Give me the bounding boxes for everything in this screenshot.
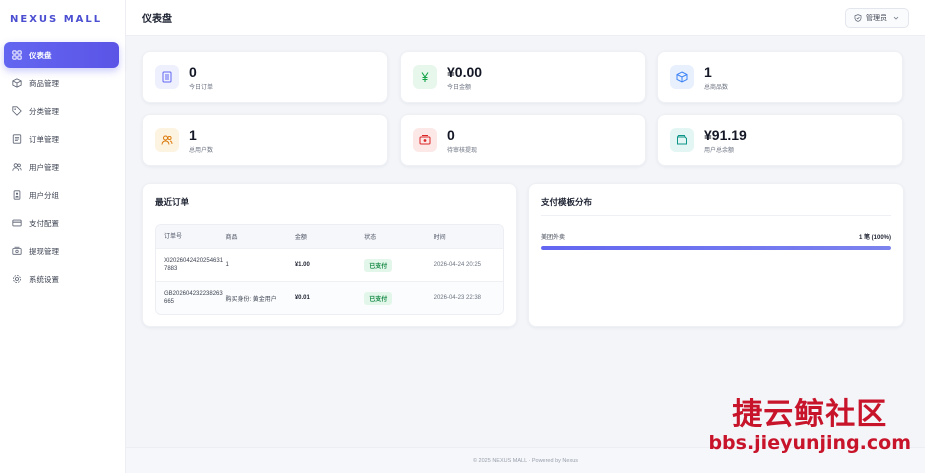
yen-icon (413, 65, 437, 89)
sidebar-item-label: 分类管理 (29, 106, 59, 116)
recent-orders-title: 最近订单 (155, 197, 190, 207)
order-id-line: GB202604232238263 (164, 291, 223, 297)
order-id[interactable]: GB202604232238263 665 (156, 290, 225, 306)
sidebar-item-products[interactable]: 商品管理 (4, 70, 119, 96)
box-icon (12, 78, 22, 88)
stat-value: 1 (189, 126, 197, 143)
order-status: 已支付 (364, 291, 433, 305)
user-menu-button[interactable]: 管理员 (845, 7, 909, 28)
stat-value: ¥0.00 (447, 63, 483, 80)
sidebar-item-user-groups[interactable]: 用户分组 (4, 182, 119, 208)
stat-label: 用户总余额 (704, 147, 735, 154)
column-header: 商品 (225, 235, 238, 241)
chevron-down-icon (893, 16, 899, 20)
sidebar-item-label: 系统设置 (29, 274, 59, 284)
table-row[interactable]: GB202604232238263 665 购买身份: 黄金用户 ¥0.01 已支… (156, 281, 503, 314)
column-header: 状态 (364, 235, 377, 241)
sidebar: NEXUS MALL 仪表盘 商品管理 分类管理 订单管理 用户管理 用户分组 … (0, 0, 126, 473)
top-header: 仪表盘 管理员 (126, 0, 925, 36)
document-icon (155, 65, 179, 89)
user-name: 管理员 (866, 14, 887, 22)
stat-label: 待审核提现 (447, 147, 478, 154)
sidebar-nav: 仪表盘 商品管理 分类管理 订单管理 用户管理 用户分组 支付配置 提现管理 系… (0, 42, 125, 292)
dashboard-icon (12, 50, 22, 60)
sidebar-item-label: 订单管理 (29, 134, 59, 144)
order-time: 2026-04-23 22:38 (433, 295, 481, 301)
stat-card-total-products: 1 总商品数 (657, 51, 903, 103)
cash-icon (12, 246, 22, 256)
divider (541, 215, 891, 216)
sidebar-item-dashboard[interactable]: 仪表盘 (4, 42, 119, 68)
order-id-line: 665 (164, 299, 175, 305)
wallet-icon (670, 128, 694, 152)
stat-card-pending-withdrawals: 0 待审核提现 (400, 114, 646, 166)
watermark-title: 捷云鲸社区 (732, 397, 888, 432)
list-icon (12, 134, 22, 144)
stat-card-today-orders: 0 今日订单 (142, 51, 388, 103)
sidebar-item-users[interactable]: 用户管理 (4, 154, 119, 180)
order-id-line: XI2026042420254631 (164, 258, 224, 264)
brand-logo[interactable]: NEXUS MALL (0, 0, 125, 38)
status-badge: 已支付 (364, 291, 393, 305)
orders-table: 订单号 商品 金额 状态 时间 XI2026042420254631 7883 1… (155, 224, 504, 315)
order-id-line: 7883 (164, 266, 178, 272)
column-header: 订单号 (164, 233, 183, 240)
cash-icon (413, 128, 437, 152)
sidebar-item-payment-config[interactable]: 支付配置 (4, 210, 119, 236)
sidebar-item-label: 支付配置 (29, 218, 59, 228)
page-title: 仪表盘 (142, 14, 172, 25)
stat-value: 0 (447, 126, 455, 143)
column-header: 金额 (294, 235, 307, 241)
order-amount: ¥1.00 (294, 262, 310, 268)
order-product: 购买身份: 黄金用户 (225, 296, 277, 303)
stat-label: 总用户数 (189, 147, 214, 154)
id-card-icon (12, 190, 22, 200)
distribution-item: 美团外卖 1 笔 (100%) (541, 232, 891, 241)
shield-icon (854, 13, 862, 22)
order-status: 已支付 (364, 258, 433, 272)
cube-icon (670, 65, 694, 89)
payment-distribution-title: 支付模板分布 (541, 197, 593, 207)
distribution-value: 1 笔 (100%) (858, 235, 891, 241)
watermark-url: bbs.jieyunjing.com (708, 432, 911, 454)
users-icon (155, 128, 179, 152)
column-header: 时间 (433, 235, 446, 241)
users-icon (12, 162, 22, 172)
sidebar-item-label: 用户管理 (29, 162, 59, 172)
sidebar-item-settings[interactable]: 系统设置 (4, 266, 119, 292)
payment-distribution-panel: 支付模板分布 美团外卖 1 笔 (100%) (528, 183, 904, 327)
stat-label: 今日订单 (189, 84, 214, 91)
sidebar-item-label: 提现管理 (29, 246, 59, 256)
sidebar-item-categories[interactable]: 分类管理 (4, 98, 119, 124)
stat-card-user-balance: ¥91.19 用户总余额 (657, 114, 903, 166)
recent-orders-panel: 最近订单 订单号 商品 金额 状态 时间 XI2026042420254631 7… (142, 183, 517, 327)
sidebar-item-label: 仪表盘 (29, 50, 52, 60)
sidebar-item-withdrawals[interactable]: 提现管理 (4, 238, 119, 264)
credit-card-icon (12, 218, 22, 228)
order-time: 2026-04-24 20:25 (433, 262, 481, 268)
status-badge: 已支付 (364, 258, 393, 272)
sidebar-item-orders[interactable]: 订单管理 (4, 126, 119, 152)
stat-label: 总商品数 (704, 84, 729, 91)
sidebar-item-label: 用户分组 (29, 190, 59, 200)
table-header: 订单号 商品 金额 状态 时间 (156, 225, 503, 248)
order-amount: ¥0.01 (294, 295, 310, 301)
stat-value: ¥91.19 (704, 126, 747, 143)
table-row[interactable]: XI2026042420254631 7883 1 ¥1.00 已支付 2026-… (156, 248, 503, 281)
stat-card-today-amount: ¥0.00 今日金额 (400, 51, 646, 103)
stat-value: 1 (704, 63, 712, 80)
gear-icon (12, 274, 22, 284)
tag-icon (12, 106, 22, 116)
sidebar-item-label: 商品管理 (29, 78, 59, 88)
order-id[interactable]: XI2026042420254631 7883 (156, 257, 225, 273)
distribution-label: 美团外卖 (541, 235, 566, 241)
stat-label: 今日金额 (447, 84, 472, 91)
distribution-bar-track (541, 246, 891, 250)
order-product: 1 (225, 262, 229, 268)
stat-card-total-users: 1 总用户数 (142, 114, 388, 166)
distribution-bar-fill (541, 246, 891, 250)
stat-value: 0 (189, 63, 197, 80)
watermark: 捷云鲸社区 bbs.jieyunjing.com (708, 397, 911, 455)
